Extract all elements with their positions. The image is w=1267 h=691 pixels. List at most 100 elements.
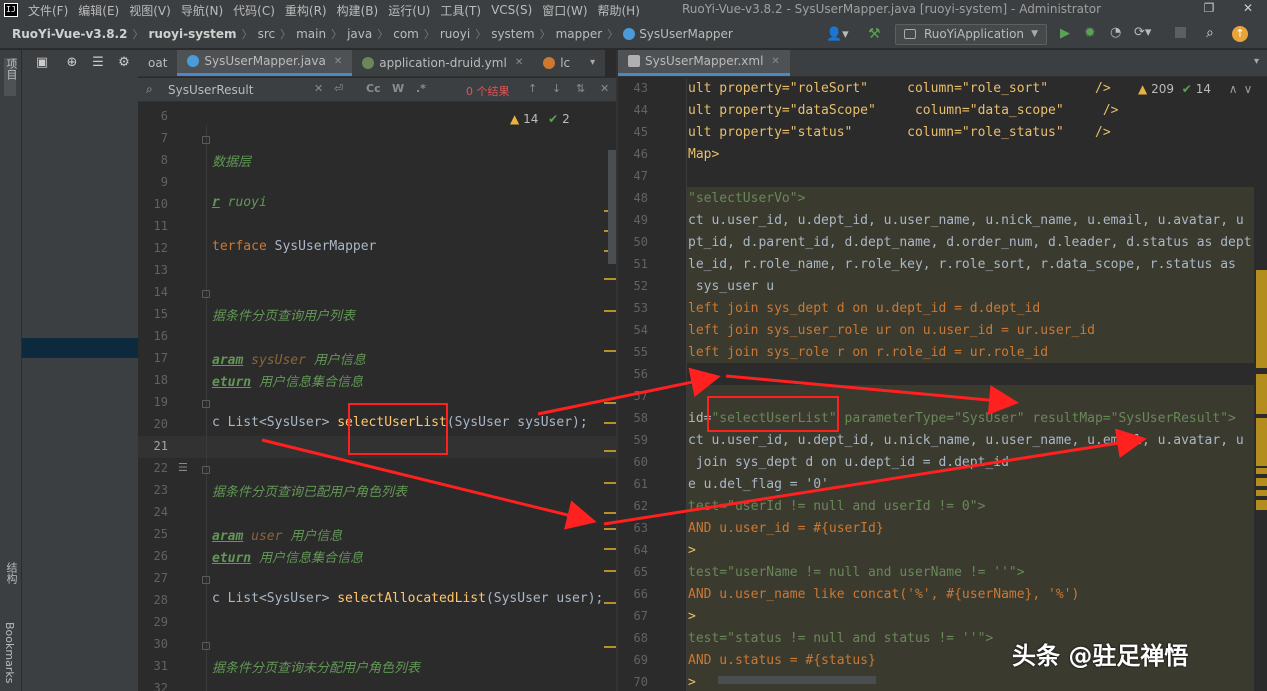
profile-icon[interactable]: ⟳▾ xyxy=(1134,25,1151,40)
breadcrumb-system[interactable]: system xyxy=(491,27,534,41)
structure-tool-label[interactable]: 结构 xyxy=(3,562,19,584)
inspection-widget[interactable]: ▲ 14 ✔ 2 xyxy=(510,112,570,126)
menu-view[interactable]: 视图(V) xyxy=(129,2,171,19)
user-icon[interactable]: 👤▾ xyxy=(826,27,849,42)
breadcrumb-src[interactable]: src xyxy=(258,27,276,41)
horizontal-scrollbar[interactable] xyxy=(718,676,876,684)
tab-application-druid[interactable]: application-druid.yml ✕ xyxy=(352,50,533,76)
bookmarks-tool-label[interactable]: Bookmarks xyxy=(3,622,16,683)
menu-code[interactable]: 代码(C) xyxy=(233,2,275,19)
menu-vcs[interactable]: VCS(S) xyxy=(491,3,532,17)
inspection-widget[interactable]: ▲ 209 ✔ 14 ∧ ∨ xyxy=(1138,82,1252,96)
code-line-8[interactable]: 数据层 xyxy=(212,151,251,170)
tab-oat[interactable]: oat xyxy=(138,50,177,76)
selected-tree-row[interactable] xyxy=(22,338,138,358)
xml-line-49[interactable]: ct u.user_id, u.dept_id, u.user_name, u.… xyxy=(688,213,1244,228)
menu-refactor[interactable]: 重构(R) xyxy=(285,2,327,19)
xml-line-48[interactable]: "selectUserVo"> xyxy=(688,191,805,206)
code-line-25[interactable]: aram user 用户信息 xyxy=(212,525,342,544)
code-line-23[interactable]: 据条件分页查询已配用户角色列表 xyxy=(212,481,407,500)
xml-line-69[interactable]: AND u.status = #{status} xyxy=(688,653,876,668)
error-stripe[interactable] xyxy=(1256,210,1267,510)
menu-navigate[interactable]: 导航(N) xyxy=(181,2,223,19)
close-icon[interactable]: ✕ xyxy=(515,57,523,68)
stop-icon[interactable] xyxy=(1175,27,1186,38)
breadcrumb-module[interactable]: ruoyi-system xyxy=(148,27,236,41)
code-line-15[interactable]: 据条件分页查询用户列表 xyxy=(212,305,355,324)
tab-sysusermapper-xml[interactable]: SysUserMapper.xml ✕ xyxy=(618,50,790,76)
menu-build[interactable]: 构建(B) xyxy=(337,2,379,19)
xml-line-52[interactable]: sys_user u xyxy=(688,279,774,294)
target-icon[interactable]: ⊕ xyxy=(64,55,80,71)
breadcrumb-java[interactable]: java xyxy=(347,27,372,41)
code-line-10[interactable]: r ruoyi xyxy=(212,195,267,210)
menu-edit[interactable]: 编辑(E) xyxy=(78,2,119,19)
breadcrumb-com[interactable]: com xyxy=(393,27,419,41)
xml-line-66[interactable]: AND u.user_name like concat('%', #{userN… xyxy=(688,587,1079,602)
next-occurrence-icon[interactable]: ↓ xyxy=(552,82,561,95)
breadcrumb-project[interactable]: RuoYi-Vue-v3.8.2 xyxy=(12,27,127,41)
panel-window-icon[interactable]: ▣ xyxy=(34,55,50,71)
xml-line-63[interactable]: AND u.user_id = #{userId} xyxy=(688,521,884,536)
search-everywhere-icon[interactable]: ⌕ xyxy=(1206,25,1214,41)
code-line-12[interactable]: terface SysUserMapper xyxy=(212,239,376,254)
code-line-28[interactable]: c List<SysUser> selectAllocatedList(SysU… xyxy=(212,591,603,606)
xml-line-62[interactable]: test="userId != null and userId != 0"> xyxy=(688,499,985,514)
xml-line-44[interactable]: ult property="dataScope" column="data_sc… xyxy=(688,103,1118,118)
project-tool-label[interactable]: 项目 xyxy=(3,58,19,80)
xml-line-59[interactable]: ct u.user_id, u.dept_id, u.nick_name, u.… xyxy=(688,433,1244,448)
debug-icon[interactable]: ✹ xyxy=(1084,25,1096,41)
close-icon[interactable]: ✕ xyxy=(334,56,342,67)
breadcrumb-file[interactable]: SysUserMapper xyxy=(639,27,733,41)
close-window-icon[interactable]: ✕ xyxy=(1240,1,1256,17)
hammer-icon[interactable]: ⚒ xyxy=(868,26,881,42)
code-line-18[interactable]: eturn 用户信息集合信息 xyxy=(212,371,363,390)
code-line-31[interactable]: 据条件分页查询未分配用户角色列表 xyxy=(212,657,420,676)
tab-lc[interactable]: lc xyxy=(533,50,580,76)
implementation-gutter-icon[interactable]: ☰ xyxy=(178,461,188,474)
menu-tools[interactable]: 工具(T) xyxy=(440,2,481,19)
update-icon[interactable]: ↑ xyxy=(1232,26,1248,42)
vertical-scrollbar[interactable] xyxy=(608,150,616,264)
clear-icon[interactable]: ✕ xyxy=(314,82,323,95)
regex-toggle[interactable]: .* xyxy=(416,82,426,95)
menu-help[interactable]: 帮助(H) xyxy=(598,2,640,19)
menu-window[interactable]: 窗口(W) xyxy=(542,2,587,19)
xml-line-43[interactable]: ult property="roleSort" column="role_sor… xyxy=(688,81,1111,96)
previous-occurrence-icon[interactable]: ↑ xyxy=(528,82,537,95)
xml-line-46[interactable]: Map> xyxy=(688,147,719,162)
tab-overflow-icon[interactable]: ▾ xyxy=(1254,56,1259,67)
tab-overflow[interactable]: ▾ xyxy=(580,50,605,76)
match-case-toggle[interactable]: Cc xyxy=(366,82,381,95)
menu-run[interactable]: 运行(U) xyxy=(388,2,430,19)
run-configuration-select[interactable]: RuoYiApplication ▼ xyxy=(895,24,1047,45)
xml-line-53[interactable]: left join sys_dept d on u.dept_id = d.de… xyxy=(688,301,1040,316)
code-line-26[interactable]: eturn 用户信息集合信息 xyxy=(212,547,363,566)
filter-icon[interactable]: ⇅ xyxy=(576,82,585,95)
close-icon[interactable]: ✕ xyxy=(771,56,779,67)
xml-line-67[interactable]: > xyxy=(688,609,696,624)
xml-line-54[interactable]: left join sys_user_role ur on u.user_id … xyxy=(688,323,1095,338)
code-line-17[interactable]: aram sysUser 用户信息 xyxy=(212,349,366,368)
xml-line-61[interactable]: e u.del_flag = '0' xyxy=(688,477,829,492)
run-icon[interactable]: ▶ xyxy=(1060,26,1070,41)
xml-line-60[interactable]: join sys_dept d on u.dept_id = d.dept_id xyxy=(688,455,1009,470)
coverage-icon[interactable]: ◔ xyxy=(1110,25,1121,40)
gear-icon[interactable]: ⚙ xyxy=(116,55,132,71)
xml-line-51[interactable]: le_id, r.role_name, r.role_key, r.role_s… xyxy=(688,257,1236,272)
xml-line-50[interactable]: pt_id, d.parent_id, d.dept_name, d.order… xyxy=(688,235,1252,250)
tab-sysusermapper-java[interactable]: SysUserMapper.java ✕ xyxy=(177,50,353,76)
menu-file[interactable]: 文件(F) xyxy=(28,2,68,19)
xml-line-65[interactable]: test="userName != null and userName != '… xyxy=(688,565,1025,580)
close-icon[interactable]: ✕ xyxy=(600,82,609,95)
xml-line-64[interactable]: > xyxy=(688,543,696,558)
xml-line-55[interactable]: left join sys_role r on r.role_id = ur.r… xyxy=(688,345,1048,360)
xml-line-68[interactable]: test="status != null and status != ''"> xyxy=(688,631,993,646)
whole-word-toggle[interactable]: W xyxy=(392,82,404,95)
collapse-all-icon[interactable]: ☰ xyxy=(90,55,106,71)
search-input[interactable] xyxy=(160,80,460,100)
breadcrumb-ruoyi[interactable]: ruoyi xyxy=(440,27,470,41)
xml-line-45[interactable]: ult property="status" column="role_statu… xyxy=(688,125,1111,140)
restore-window-icon[interactable]: ❐ xyxy=(1201,1,1217,17)
breadcrumb-mapper[interactable]: mapper xyxy=(556,27,603,41)
